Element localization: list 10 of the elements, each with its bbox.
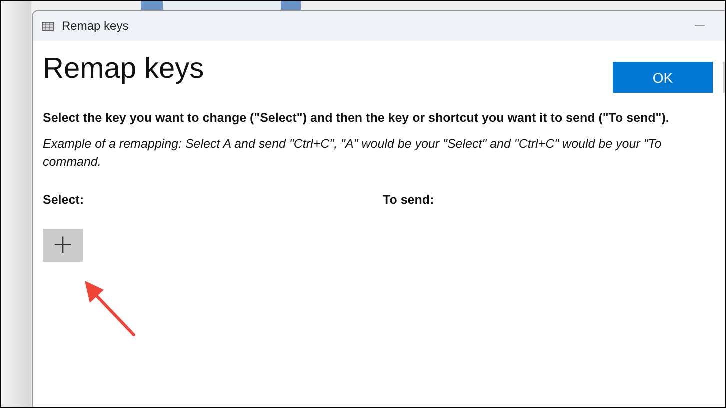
- column-label: To send:: [383, 193, 434, 207]
- column-label: Select:: [43, 193, 84, 207]
- keyboard-icon: [42, 22, 54, 30]
- ok-button[interactable]: OK: [613, 62, 713, 93]
- page-heading: Remap keys: [43, 53, 206, 86]
- instruction-text: Select the key you want to change ("Select") and then the key or shortcut you want it to send ("To send").: [43, 111, 670, 125]
- minimize-button[interactable]: [695, 25, 705, 26]
- window-title: Remap keys: [62, 19, 129, 33]
- add-key-button[interactable]: +: [43, 229, 83, 262]
- example-text: Example of a remapping: Select A and send "Ctrl+C", "A" would be your "Select" and "Ctrl+C" would be your "To command.: [43, 136, 663, 171]
